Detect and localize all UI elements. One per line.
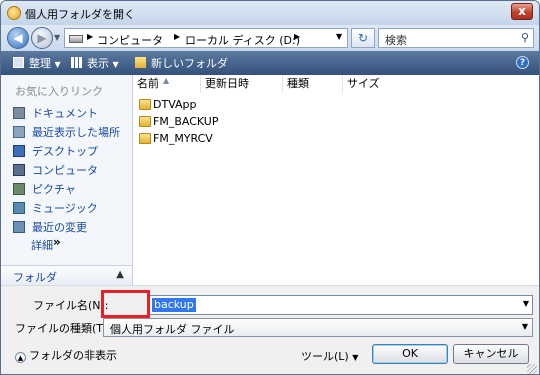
forward-button[interactable]: ▶	[31, 27, 53, 49]
column-header-label: 名前	[137, 77, 159, 90]
folder-icon	[139, 133, 151, 144]
app-icon	[7, 6, 21, 20]
folder-icon	[139, 116, 151, 127]
address-row: ◀ ▶ ▼ ▶ コンピュータ ▶ ローカル ディスク (D:) ▶ ▼ ↻ 検索…	[1, 25, 539, 51]
dialog-footer: ファイル名(N): backup ▼ ファイルの種類(T): 個人用フォルダ フ…	[1, 285, 539, 374]
chevron-up-icon: ▲	[116, 269, 124, 280]
file-list: 名前 ▲ 更新日時 種類 サイズ DTVApp FM_BACKUP FM_MYR…	[133, 75, 539, 285]
file-name: FM_MYRCV	[153, 132, 213, 145]
filetype-value: 個人用フォルダ ファイル	[110, 323, 235, 336]
pictures-icon	[13, 183, 25, 195]
close-button[interactable]: x	[511, 3, 533, 20]
filename-dropdown-icon[interactable]: ▼	[523, 299, 529, 308]
address-dropdown-icon[interactable]: ▼	[336, 32, 342, 41]
new-folder-label: 新しいフォルダ	[151, 57, 228, 70]
more-link[interactable]: 詳細	[31, 237, 53, 253]
sidebar-item-label: 最近表示した場所	[32, 126, 120, 139]
filetype-select[interactable]: 個人用フォルダ ファイル ▼	[103, 318, 533, 337]
open-dialog-window: 個人用フォルダを開く x ◀ ▶ ▼ ▶ コンピュータ ▶ ローカル ディスク …	[0, 0, 540, 375]
cancel-button[interactable]: キャンセル	[453, 344, 529, 364]
breadcrumb-computer[interactable]: コンピュータ	[97, 32, 163, 48]
music-icon	[13, 202, 25, 214]
chevron-right-icon[interactable]: ▶	[87, 32, 93, 41]
sidebar-item-computer[interactable]: コンピュータ	[13, 162, 131, 180]
organize-button[interactable]: 整理 ▼	[13, 55, 61, 71]
sidebar-item-recently-changed[interactable]: 最近の変更	[13, 219, 131, 237]
resize-grip[interactable]	[527, 364, 537, 374]
navigation-pane: お気に入りリンク ドキュメント 最近表示した場所 デスクトップ コンピュータ ピ…	[1, 75, 133, 285]
back-button[interactable]: ◀	[7, 27, 29, 49]
favorites-header: お気に入りリンク	[15, 85, 103, 98]
title-bar: 個人用フォルダを開く x	[1, 1, 539, 25]
chevron-right-icon[interactable]: ▶	[294, 32, 300, 41]
documents-icon	[13, 107, 25, 119]
search-placeholder: 検索	[385, 34, 407, 47]
filename-label: ファイル名(N):	[33, 299, 109, 312]
command-toolbar: 整理 ▼ 表示 ▼ 新しいフォルダ ?	[1, 51, 539, 75]
filetype-label: ファイルの種類(T):	[15, 322, 112, 335]
double-chevron-right-icon[interactable]: »	[53, 235, 61, 249]
highlight-box	[101, 290, 150, 318]
folders-label: フォルダ	[13, 271, 57, 284]
filename-value[interactable]: backup	[152, 298, 196, 312]
sidebar-item-label: 最近の変更	[32, 221, 87, 234]
column-header-size[interactable]: サイズ	[343, 75, 403, 93]
views-icon	[71, 57, 82, 68]
help-icon[interactable]: ?	[516, 56, 529, 69]
recent-places-icon	[13, 126, 25, 138]
organize-icon	[13, 57, 24, 68]
sort-ascending-icon: ▲	[163, 76, 170, 85]
sidebar-item-label: デスクトップ	[32, 145, 98, 158]
tools-button[interactable]: ツール(L) ▼	[301, 348, 358, 364]
desktop-icon	[13, 145, 25, 157]
computer-icon	[13, 164, 25, 176]
column-header-type[interactable]: 種類	[283, 75, 343, 93]
tools-label: ツール(L)	[301, 350, 349, 363]
views-label: 表示	[87, 57, 109, 70]
sidebar-item-label: ミュージック	[32, 202, 98, 215]
views-button[interactable]: 表示 ▼	[71, 55, 119, 71]
search-icon[interactable]: ⚲	[521, 31, 529, 44]
chevron-up-icon: ▲	[15, 352, 26, 363]
folders-toggle[interactable]: フォルダ ▲	[1, 265, 132, 285]
breadcrumb-local-disk[interactable]: ローカル ディスク (D:)	[185, 32, 300, 48]
sidebar-item-desktop[interactable]: デスクトップ	[13, 143, 131, 161]
sidebar-item-music[interactable]: ミュージック	[13, 200, 131, 218]
hide-folders-button[interactable]: ▲ フォルダの非表示	[15, 347, 117, 363]
address-bar[interactable]: ▶ コンピュータ ▶ ローカル ディスク (D:) ▶ ▼	[64, 28, 348, 48]
new-folder-button[interactable]: 新しいフォルダ	[135, 55, 228, 71]
ok-button[interactable]: OK	[372, 344, 448, 364]
folder-icon	[139, 99, 151, 110]
organize-label: 整理	[29, 57, 51, 70]
filename-input[interactable]: backup ▼	[149, 295, 533, 315]
sidebar-item-label: ドキュメント	[32, 107, 98, 120]
window-title: 個人用フォルダを開く	[25, 8, 135, 21]
new-folder-icon	[135, 57, 146, 68]
file-name: DTVApp	[153, 98, 197, 111]
sidebar-item-recent-places[interactable]: 最近表示した場所	[13, 124, 131, 142]
file-name: FM_BACKUP	[153, 115, 219, 128]
column-header-modified[interactable]: 更新日時	[201, 75, 283, 93]
drive-icon	[69, 35, 83, 43]
recently-changed-icon	[13, 221, 25, 233]
column-header-name[interactable]: 名前 ▲	[133, 75, 201, 93]
sidebar-item-label: コンピュータ	[32, 164, 98, 177]
sidebar-item-label: ピクチャ	[32, 183, 76, 196]
chevron-down-icon: ▼	[521, 322, 528, 331]
chevron-right-icon[interactable]: ▶	[174, 32, 180, 41]
refresh-button[interactable]: ↻	[351, 28, 375, 48]
history-dropdown-icon[interactable]: ▼	[54, 33, 60, 42]
hide-folders-label: フォルダの非表示	[29, 349, 117, 362]
search-input[interactable]: 検索 ⚲	[378, 28, 534, 48]
sidebar-item-documents[interactable]: ドキュメント	[13, 105, 131, 123]
sidebar-item-pictures[interactable]: ピクチャ	[13, 181, 131, 199]
